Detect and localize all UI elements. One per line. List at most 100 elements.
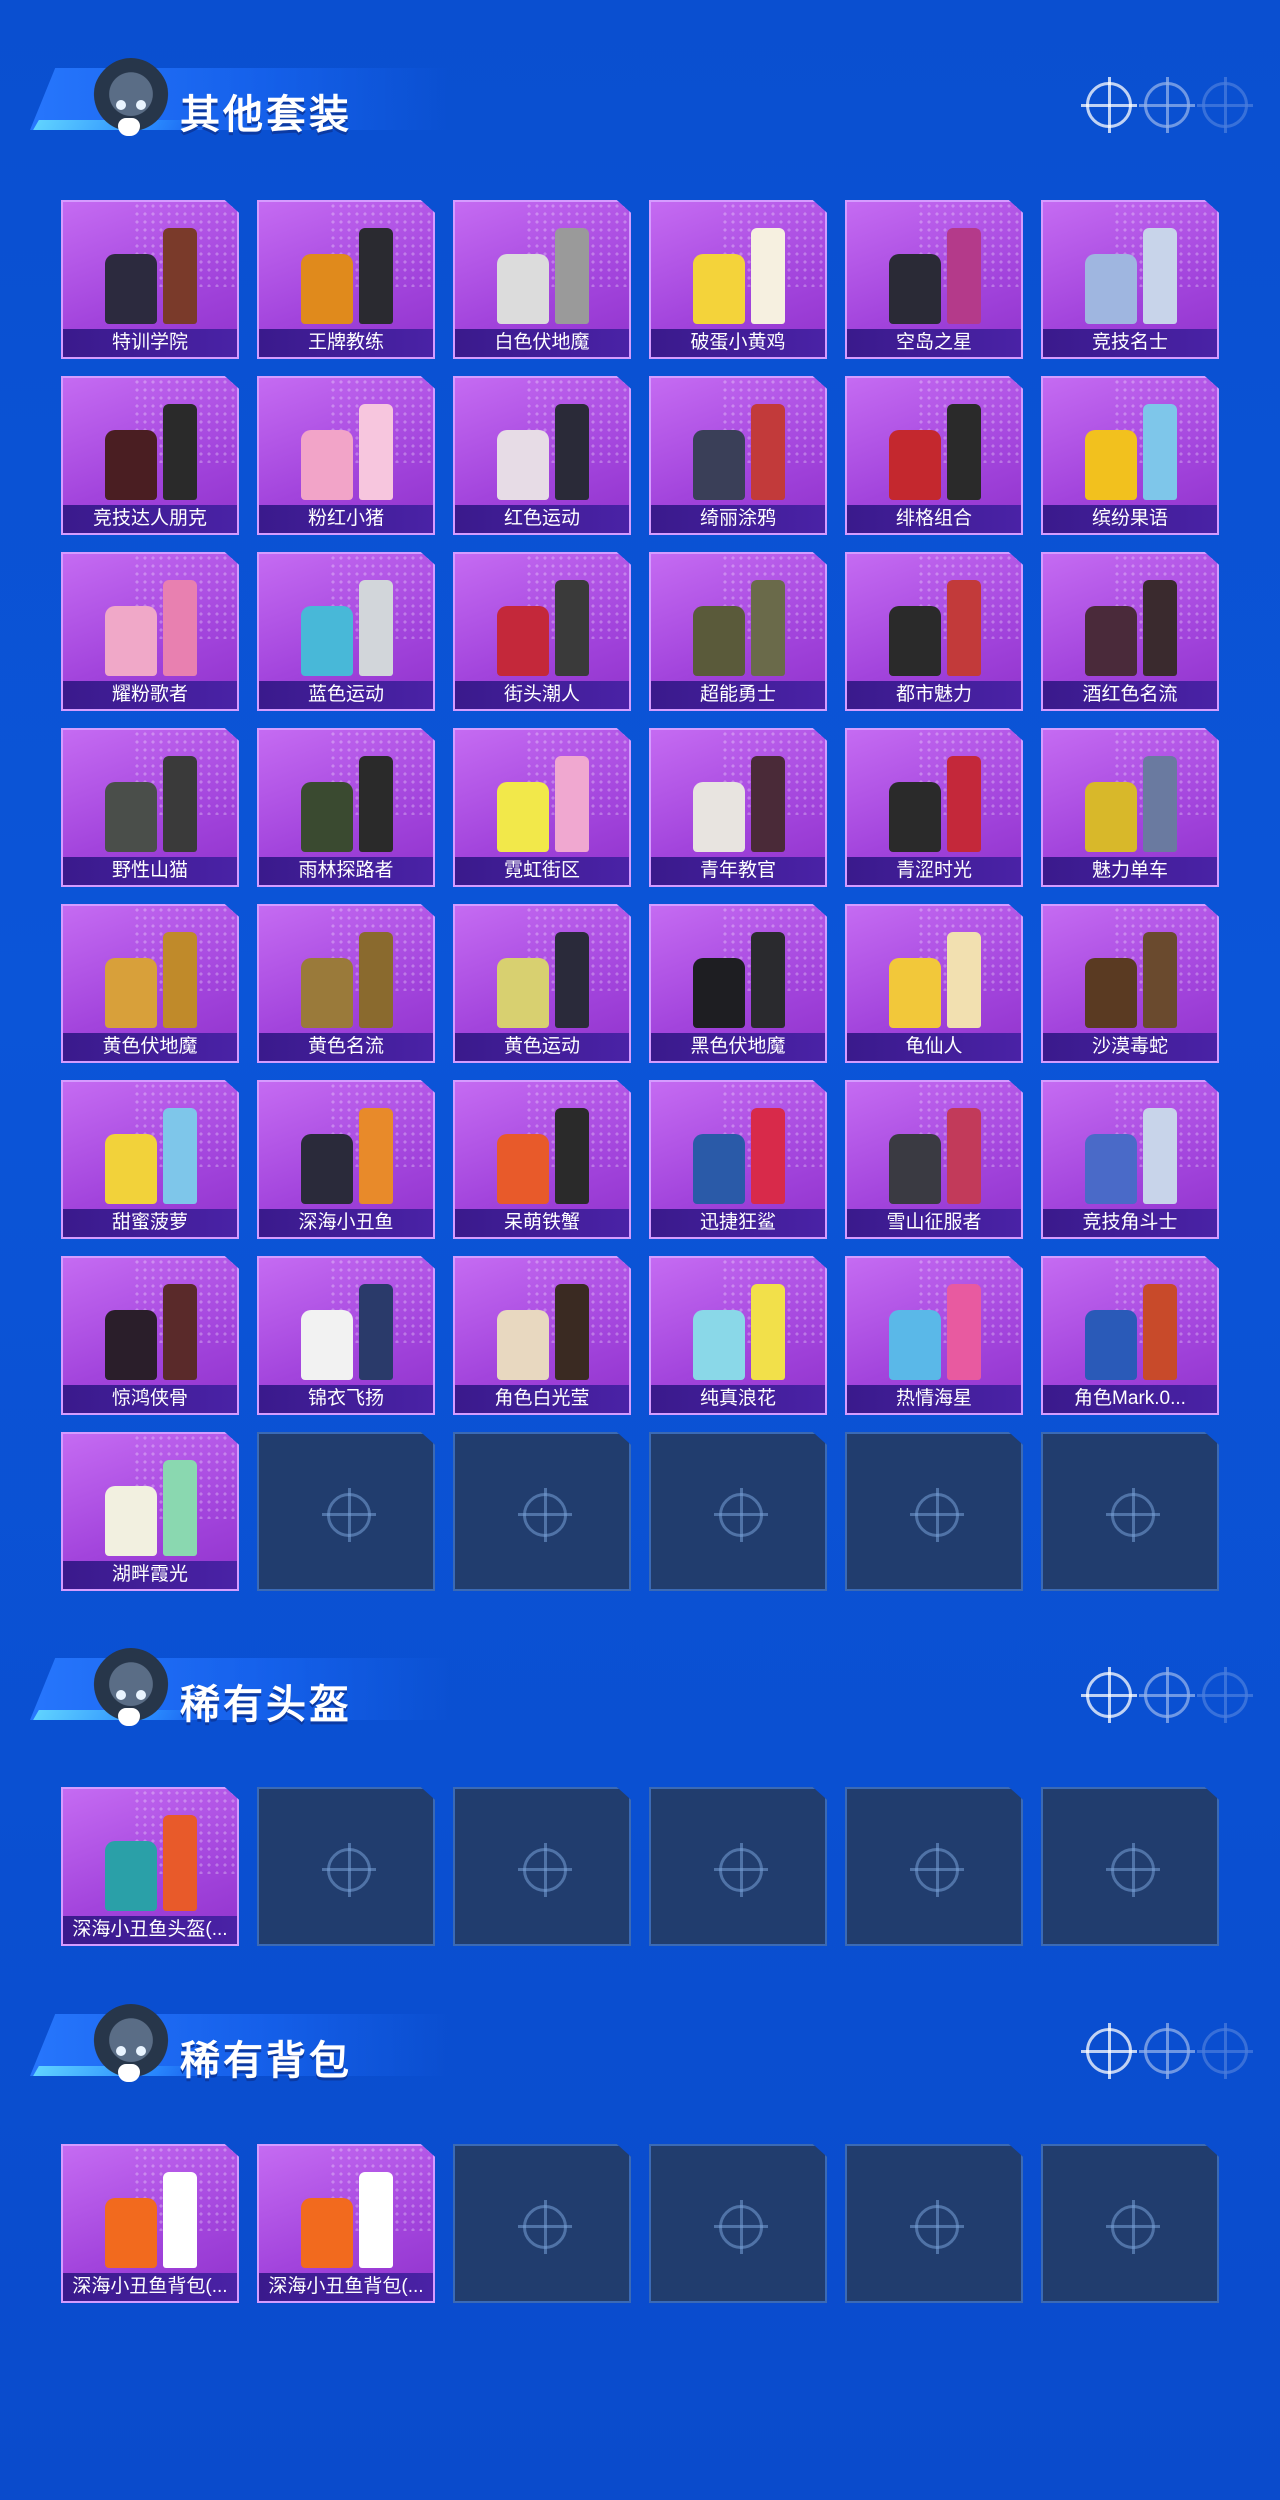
item-card[interactable]: 酒红色名流	[1041, 552, 1219, 711]
outfit-bottom-shape	[751, 404, 785, 500]
item-card[interactable]: 王牌教练	[257, 200, 435, 359]
item-card[interactable]: 呆萌铁蟹	[453, 1080, 631, 1239]
item-card[interactable]: 破蛋小黄鸡	[649, 200, 827, 359]
item-card[interactable]: 惊鸿侠骨	[61, 1256, 239, 1415]
item-card[interactable]: 黄色运动	[453, 904, 631, 1063]
item-card[interactable]: 魅力单车	[1041, 728, 1219, 887]
item-card[interactable]: 野性山猫	[61, 728, 239, 887]
outfit-top-shape	[301, 1310, 353, 1380]
outfit-bottom-shape	[163, 228, 197, 324]
crosshair-decoration	[1081, 77, 1253, 133]
empty-slot	[1041, 2144, 1219, 2303]
item-label: 白色伏地魔	[455, 329, 629, 357]
outfit-top-shape	[1085, 1310, 1137, 1380]
outfit-bottom-shape	[751, 1108, 785, 1204]
item-card[interactable]: 超能勇士	[649, 552, 827, 711]
item-image	[873, 740, 997, 852]
item-image	[481, 564, 605, 676]
crosshair-decoration	[1081, 2023, 1253, 2079]
item-card[interactable]: 竞技名士	[1041, 200, 1219, 359]
item-card[interactable]: 白色伏地魔	[453, 200, 631, 359]
crosshair-placeholder-icon	[714, 2199, 768, 2254]
item-label: 深海小丑鱼	[259, 1209, 433, 1237]
crosshair-icon	[1197, 77, 1253, 133]
crosshair-decoration	[1081, 1667, 1253, 1723]
item-image	[89, 564, 213, 676]
item-card[interactable]: 青涩时光	[845, 728, 1023, 887]
item-card[interactable]: 缤纷果语	[1041, 376, 1219, 535]
empty-slot	[845, 2144, 1023, 2303]
item-card[interactable]: 深海小丑鱼背包(...	[61, 2144, 239, 2303]
item-label: 竞技名士	[1043, 329, 1217, 357]
item-card[interactable]: 都市魅力	[845, 552, 1023, 711]
item-card[interactable]: 甜蜜菠萝	[61, 1080, 239, 1239]
item-card[interactable]: 黑色伏地魔	[649, 904, 827, 1063]
outfit-bottom-shape	[751, 228, 785, 324]
item-label: 龟仙人	[847, 1033, 1021, 1061]
outfit-bottom-shape	[163, 404, 197, 500]
crosshair-placeholder-icon	[1106, 1842, 1160, 1897]
crosshair-placeholder-icon	[910, 1487, 964, 1542]
crosshair-placeholder-icon	[910, 1842, 964, 1897]
item-label: 酒红色名流	[1043, 681, 1217, 709]
item-card[interactable]: 黄色名流	[257, 904, 435, 1063]
item-card[interactable]: 蓝色运动	[257, 552, 435, 711]
item-card[interactable]: 角色白光莹	[453, 1256, 631, 1415]
item-card[interactable]: 热情海星	[845, 1256, 1023, 1415]
item-card[interactable]: 锦衣飞扬	[257, 1256, 435, 1415]
outfit-bottom-shape	[947, 1284, 981, 1380]
item-card[interactable]: 黄色伏地魔	[61, 904, 239, 1063]
item-image	[89, 1444, 213, 1556]
item-card[interactable]: 特训学院	[61, 200, 239, 359]
outfit-bottom-shape	[1143, 580, 1177, 676]
item-card[interactable]: 青年教官	[649, 728, 827, 887]
item-card[interactable]: 龟仙人	[845, 904, 1023, 1063]
item-image	[873, 212, 997, 324]
outfit-top-shape	[105, 254, 157, 324]
item-image	[285, 916, 409, 1028]
outfit-top-shape	[105, 782, 157, 852]
item-label: 黄色名流	[259, 1033, 433, 1061]
crosshair-placeholder-icon	[518, 1842, 572, 1897]
item-label: 竞技达人朋克	[63, 505, 237, 533]
crosshair-icon	[1081, 2023, 1137, 2079]
item-card[interactable]: 竞技角斗士	[1041, 1080, 1219, 1239]
outfit-bottom-shape	[359, 404, 393, 500]
item-label: 魅力单车	[1043, 857, 1217, 885]
item-image	[285, 740, 409, 852]
item-card[interactable]: 绯格组合	[845, 376, 1023, 535]
section-title: 稀有背包	[180, 2039, 352, 2083]
outfit-bottom-shape	[1143, 756, 1177, 852]
item-card[interactable]: 深海小丑鱼	[257, 1080, 435, 1239]
empty-slot	[649, 1787, 827, 1946]
item-card[interactable]: 绮丽涂鸦	[649, 376, 827, 535]
item-card[interactable]: 沙漠毒蛇	[1041, 904, 1219, 1063]
crosshair-icon	[1139, 1667, 1195, 1723]
item-card[interactable]: 角色Mark.0...	[1041, 1256, 1219, 1415]
item-card[interactable]: 竞技达人朋克	[61, 376, 239, 535]
item-card[interactable]: 迅捷狂鲨	[649, 1080, 827, 1239]
item-card[interactable]: 雪山征服者	[845, 1080, 1023, 1239]
thumbs-up-icon	[118, 118, 140, 136]
item-card[interactable]: 红色运动	[453, 376, 631, 535]
item-label: 空岛之星	[847, 329, 1021, 357]
crosshair-placeholder-icon	[714, 1842, 768, 1897]
item-card[interactable]: 纯真浪花	[649, 1256, 827, 1415]
item-card[interactable]: 深海小丑鱼头盔(...	[61, 1787, 239, 1946]
outfit-top-shape	[889, 958, 941, 1028]
item-card[interactable]: 湖畔霞光	[61, 1432, 239, 1591]
item-card[interactable]: 空岛之星	[845, 200, 1023, 359]
item-card[interactable]: 粉红小猪	[257, 376, 435, 535]
item-card[interactable]: 耀粉歌者	[61, 552, 239, 711]
outfit-top-shape	[889, 254, 941, 324]
item-card[interactable]: 霓虹街区	[453, 728, 631, 887]
item-label: 王牌教练	[259, 329, 433, 357]
item-label: 黄色运动	[455, 1033, 629, 1061]
item-card[interactable]: 街头潮人	[453, 552, 631, 711]
outfit-top-shape	[301, 1134, 353, 1204]
item-card[interactable]: 雨林探路者	[257, 728, 435, 887]
item-card[interactable]: 深海小丑鱼背包(...	[257, 2144, 435, 2303]
item-image	[89, 2156, 213, 2268]
outfit-top-shape	[889, 782, 941, 852]
outfit-top-shape	[105, 2198, 157, 2268]
